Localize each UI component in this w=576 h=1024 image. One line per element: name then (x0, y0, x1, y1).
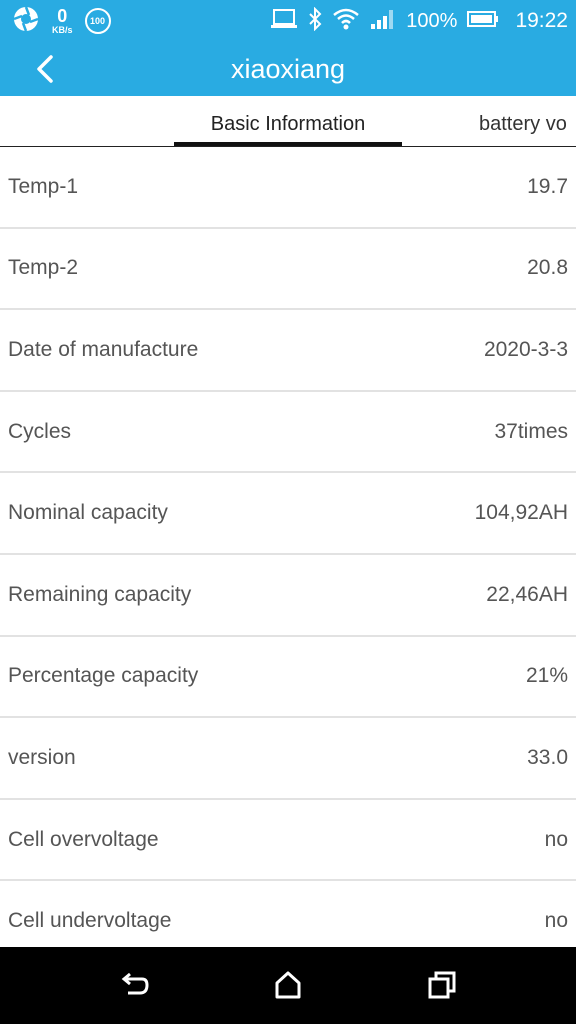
tab-battery-voltage-label: battery vo (479, 113, 567, 135)
row-value: 22,46AH (486, 582, 568, 606)
wifi-icon (332, 7, 360, 36)
list-item-version: version 33.0 (0, 718, 576, 800)
net-speed: 0 KB/s (52, 7, 73, 35)
notification-badge: 100 (84, 8, 111, 34)
tab-basic-information-label: Basic Information (210, 113, 366, 135)
chevron-left-icon (37, 55, 53, 83)
row-value: 33.0 (527, 745, 568, 769)
status-bar-left: 0 KB/s 100 (12, 6, 111, 36)
list-item-temp-1: Temp-1 19.7 (0, 147, 576, 229)
row-label: Temp-2 (8, 256, 79, 280)
row-value: 20.8 (527, 256, 568, 280)
list-item-cycles: Cycles 37times (0, 392, 576, 474)
row-label: Percentage capacity (8, 664, 199, 688)
row-value: 104,92AH (474, 501, 568, 525)
net-speed-unit: KB/s (52, 25, 73, 35)
list-item-cell-overvoltage: Cell overvoltage no (0, 800, 576, 882)
info-list[interactable]: Temp-1 19.7 Temp-2 20.8 Date of manufact… (0, 147, 576, 947)
row-label: Cell undervoltage (8, 909, 172, 933)
battery-percent: 100% (406, 9, 458, 32)
row-label: Cell overvoltage (8, 827, 159, 851)
status-bar: 0 KB/s 100 100% 19:22 (0, 0, 576, 42)
row-value: no (544, 909, 568, 933)
status-bar-right: 100% 19:22 (270, 6, 568, 36)
system-nav-bar (0, 947, 576, 1024)
row-label: Date of manufacture (8, 337, 199, 361)
row-value: 37times (494, 419, 568, 443)
net-speed-value: 0 (57, 6, 68, 26)
page-title: xiaoxiang (230, 54, 346, 84)
row-value: 2020-3-3 (483, 337, 568, 361)
tab-selected-indicator (174, 142, 402, 146)
tab-battery-voltage[interactable]: battery vo (479, 96, 567, 146)
app-bar: xiaoxiang (0, 42, 576, 96)
nav-recents-button[interactable] (422, 967, 462, 1003)
row-label: Temp-1 (8, 174, 79, 198)
row-label: Remaining capacity (8, 582, 192, 606)
row-value: 19.7 (527, 174, 568, 198)
nav-home-button[interactable] (268, 967, 308, 1003)
list-item-percentage-capacity: Percentage capacity 21% (0, 637, 576, 719)
row-label: Cycles (8, 419, 72, 443)
list-item-remaining-capacity: Remaining capacity 22,46AH (0, 555, 576, 637)
list-item-date-of-manufacture: Date of manufacture 2020-3-3 (0, 310, 576, 392)
row-value: no (544, 827, 568, 851)
back-button[interactable] (28, 52, 62, 86)
aperture-icon (12, 5, 40, 38)
clock: 19:22 (515, 9, 568, 32)
row-value: 21% (525, 664, 568, 688)
list-item-cell-undervoltage: Cell undervoltage no (0, 881, 576, 947)
list-item-temp-2: Temp-2 20.8 (0, 229, 576, 311)
laptop-icon (270, 8, 298, 35)
home-icon (275, 971, 301, 999)
back-icon (121, 972, 149, 995)
signal-icon (370, 8, 396, 35)
row-label: Nominal capacity (8, 501, 168, 525)
battery-icon (467, 10, 499, 33)
nav-back-button[interactable] (114, 967, 154, 1003)
row-label: version (8, 745, 76, 769)
recents-icon (428, 971, 456, 999)
tab-basic-information[interactable]: Basic Information (174, 96, 402, 146)
list-item-nominal-capacity: Nominal capacity 104,92AH (0, 473, 576, 555)
tab-bar: Basic Information battery vo (0, 96, 576, 147)
bluetooth-icon (308, 6, 322, 36)
